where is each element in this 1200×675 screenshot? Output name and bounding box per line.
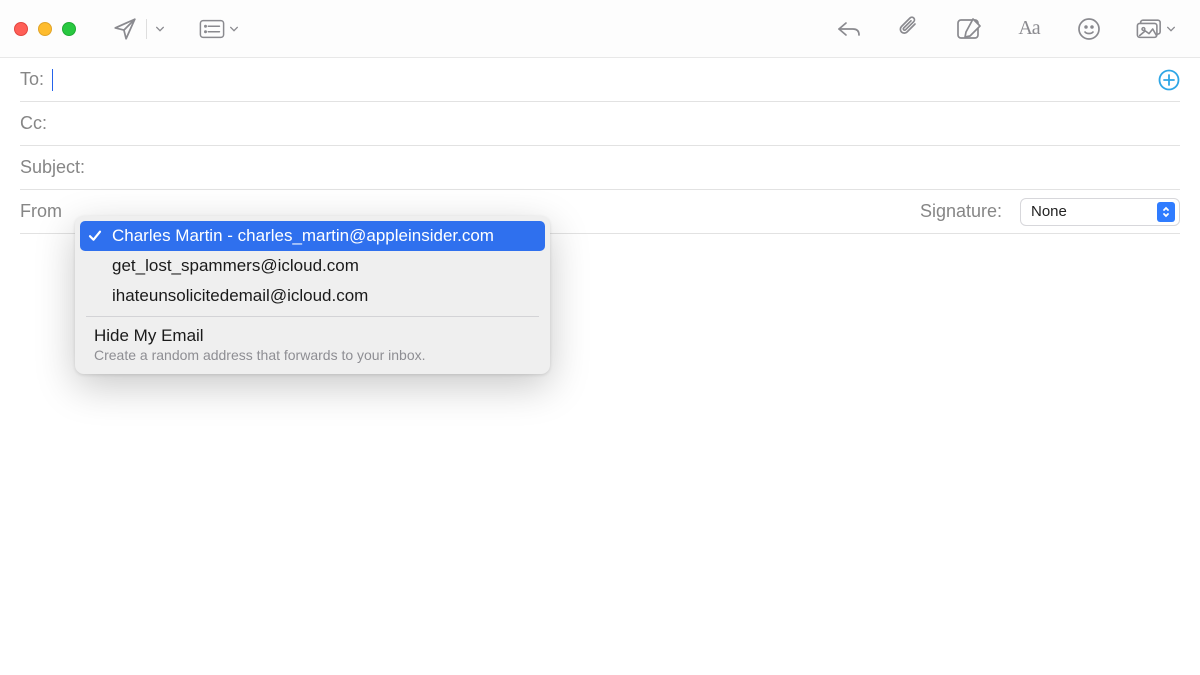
from-label: From xyxy=(20,201,62,222)
window-close-icon[interactable] xyxy=(14,22,28,36)
signature-value: None xyxy=(1031,203,1067,220)
to-input[interactable] xyxy=(53,58,1158,101)
from-option-selected[interactable]: Charles Martin - charles_martin@appleins… xyxy=(80,221,545,251)
media-button[interactable] xyxy=(1128,12,1184,46)
reply-button[interactable] xyxy=(828,12,870,46)
subject-input[interactable] xyxy=(91,146,1180,189)
compose-fields: To: Cc: Subject: From Signature: None xyxy=(0,58,1200,234)
to-row[interactable]: To: xyxy=(20,58,1180,102)
header-fields-button[interactable] xyxy=(191,12,247,46)
hide-my-email-subtitle: Create a random address that forwards to… xyxy=(94,347,531,363)
add-recipient-button[interactable] xyxy=(1158,69,1180,91)
markup-button[interactable] xyxy=(948,12,990,46)
from-dropdown: Charles Martin - charles_martin@appleins… xyxy=(75,216,550,374)
paper-plane-icon xyxy=(112,16,138,42)
window-minimize-icon[interactable] xyxy=(38,22,52,36)
send-options-chevron[interactable] xyxy=(147,20,173,38)
chevron-down-icon xyxy=(229,24,239,34)
checkmark-icon xyxy=(88,229,102,243)
signature-select[interactable]: None xyxy=(1020,198,1180,226)
hide-my-email-option[interactable]: Hide My Email Create a random address th… xyxy=(80,322,545,369)
emoji-button[interactable] xyxy=(1068,12,1110,46)
send-button[interactable] xyxy=(104,12,146,46)
window-zoom-icon[interactable] xyxy=(62,22,76,36)
smiley-icon xyxy=(1076,16,1102,42)
to-label: To: xyxy=(20,69,44,90)
reply-arrow-icon xyxy=(836,16,862,42)
from-option-label: ihateunsolicitedemail@icloud.com xyxy=(112,286,368,305)
list-bullet-rectangle-icon xyxy=(199,16,225,42)
photo-stack-icon xyxy=(1136,16,1162,42)
subject-row[interactable]: Subject: xyxy=(20,146,1180,190)
signature-label: Signature: xyxy=(920,201,1002,222)
text-format-icon: Aa xyxy=(1016,16,1042,42)
from-option-label: get_lost_spammers@icloud.com xyxy=(112,256,359,275)
chevron-down-icon xyxy=(1166,24,1176,34)
cc-label: Cc: xyxy=(20,113,47,134)
chevron-down-icon xyxy=(155,24,165,34)
pencil-square-icon xyxy=(956,16,982,42)
signature-group: Signature: None xyxy=(920,198,1180,226)
select-arrows-icon xyxy=(1157,202,1175,222)
toolbar: Aa xyxy=(0,0,1200,58)
format-button[interactable]: Aa xyxy=(1008,12,1050,46)
dropdown-divider xyxy=(86,316,539,317)
attach-button[interactable] xyxy=(888,12,930,46)
paperclip-icon xyxy=(896,16,922,42)
cc-row[interactable]: Cc: xyxy=(20,102,1180,146)
from-option[interactable]: get_lost_spammers@icloud.com xyxy=(80,251,545,281)
cc-input[interactable] xyxy=(53,102,1180,145)
subject-label: Subject: xyxy=(20,157,85,178)
from-option[interactable]: ihateunsolicitedemail@icloud.com xyxy=(80,281,545,311)
window-traffic-lights xyxy=(14,22,76,36)
from-option-label: Charles Martin - charles_martin@appleins… xyxy=(112,226,494,245)
hide-my-email-title: Hide My Email xyxy=(94,326,531,346)
